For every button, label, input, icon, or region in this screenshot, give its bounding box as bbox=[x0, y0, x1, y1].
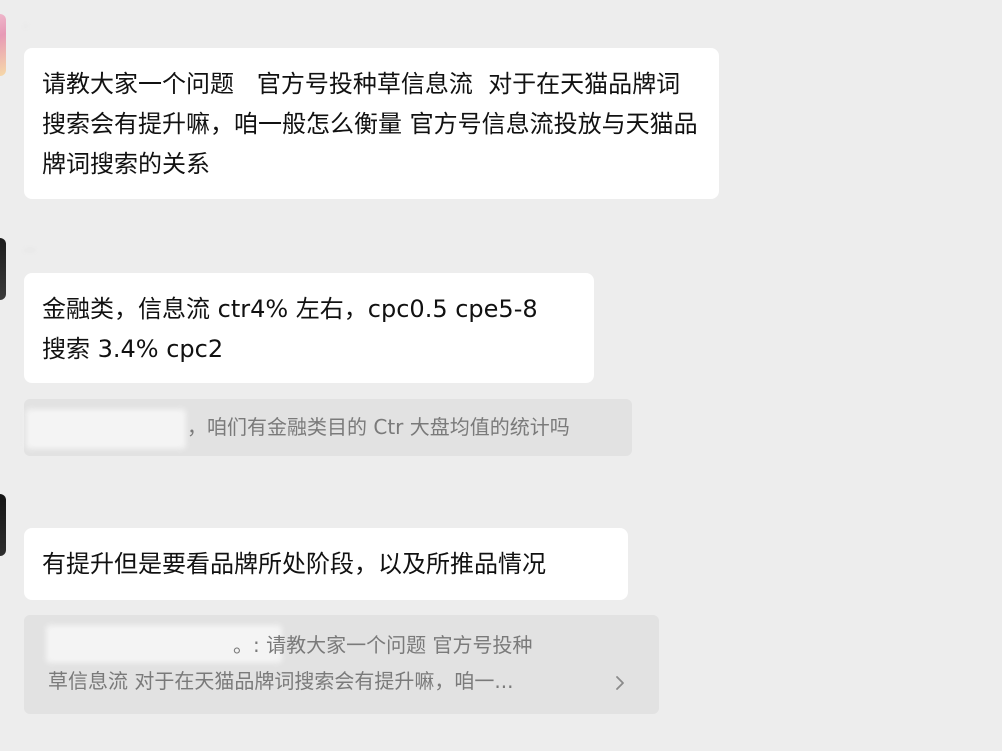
quoted-text-line-2: 草信息流 对于在天猫品牌词搜索会有提升嘛，咱一... bbox=[48, 669, 514, 693]
quoted-reply[interactable]: 。: 请教大家一个问题 官方号投种 草信息流 对于在天猫品牌词搜索会有提升嘛，咱… bbox=[24, 615, 659, 714]
message-bubble[interactable]: 有提升但是要看品牌所处阶段，以及所推品情况 bbox=[24, 528, 628, 600]
sender-name: . bbox=[24, 16, 28, 30]
avatar[interactable] bbox=[0, 14, 6, 76]
redacted-name bbox=[26, 409, 186, 449]
quoted-text-line-1: 。: 请教大家一个问题 官方号投种 bbox=[233, 633, 533, 657]
avatar[interactable] bbox=[0, 494, 6, 556]
sender-name: ... bbox=[24, 240, 36, 254]
message-bubble[interactable]: 请教大家一个问题 官方号投种草信息流 对于在天猫品牌词搜索会有提升嘛，咱一般怎么… bbox=[24, 48, 719, 199]
message-bubble[interactable]: 金融类，信息流 ctr4% 左右，cpc0.5 cpe5-8 搜索 3.4% c… bbox=[24, 273, 594, 383]
quoted-reply[interactable]: ，咱们有金融类目的 Ctr 大盘均值的统计吗 bbox=[24, 399, 632, 456]
quoted-text: ，咱们有金融类目的 Ctr 大盘均值的统计吗 bbox=[187, 415, 570, 439]
chevron-right-icon[interactable] bbox=[611, 673, 629, 693]
avatar[interactable] bbox=[0, 238, 6, 300]
